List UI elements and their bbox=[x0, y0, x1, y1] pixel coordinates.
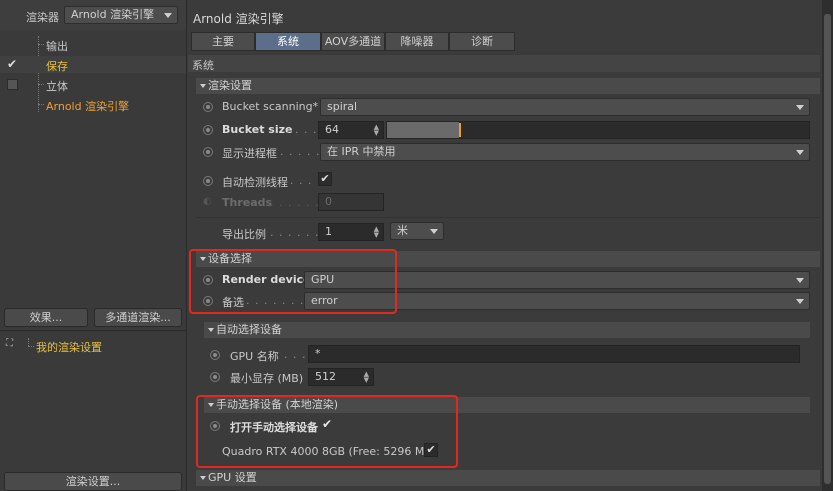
section-title: 渲染设置 bbox=[208, 79, 252, 92]
tree-branch bbox=[38, 44, 44, 45]
export-scale-input[interactable]: 1 ▲ ▼ bbox=[318, 223, 384, 241]
bucket-size-slider[interactable] bbox=[386, 121, 810, 139]
export-scale-label: 导出比例 bbox=[222, 228, 266, 241]
bucket-scanning-label: Bucket scanning* bbox=[222, 100, 319, 113]
section-title: GPU 设置 bbox=[208, 471, 257, 484]
chevron-down-icon bbox=[796, 150, 804, 155]
render-settings-section-header[interactable]: 渲染设置 bbox=[196, 78, 820, 94]
bucket-scanning-value: spiral bbox=[327, 100, 358, 113]
render-setting-item[interactable]: 我的渲染设置 bbox=[36, 339, 102, 355]
tab-aov[interactable]: AOV多通道 bbox=[321, 32, 385, 51]
tree-connector bbox=[38, 36, 39, 112]
animate-radio-icon[interactable] bbox=[210, 372, 220, 382]
divider bbox=[0, 330, 186, 331]
animate-radio-icon[interactable] bbox=[203, 147, 213, 157]
tree-row-save[interactable] bbox=[0, 56, 186, 73]
section-title: 自动选择设备 bbox=[216, 323, 282, 336]
threads-value: 0 bbox=[325, 195, 332, 208]
tab-diagnostics[interactable]: 诊断 bbox=[449, 32, 515, 51]
chevron-down-icon bbox=[430, 229, 438, 234]
stereo-checkbox[interactable] bbox=[7, 79, 18, 90]
system-label: 系统 bbox=[192, 59, 214, 72]
tab-main[interactable]: 主要 bbox=[191, 32, 255, 51]
spinner-arrows-icon[interactable]: ▲ ▼ bbox=[364, 371, 369, 384]
multipass-render-button[interactable]: 多通道渲染... bbox=[94, 308, 182, 327]
tree-branch bbox=[28, 346, 34, 347]
scrollbar-thumb[interactable] bbox=[824, 14, 831, 484]
animate-radio-icon[interactable] bbox=[203, 176, 213, 186]
threads-label: Threads bbox=[222, 196, 273, 209]
slider-handle[interactable] bbox=[459, 123, 461, 137]
auto-threads-checkbox[interactable]: ✔ bbox=[318, 172, 332, 186]
chevron-down-icon bbox=[796, 299, 804, 304]
animate-radio-icon[interactable] bbox=[203, 125, 213, 135]
min-memory-value: 512 bbox=[315, 370, 336, 383]
tree-item-arnold[interactable]: Arnold 渲染引擎 bbox=[46, 98, 129, 114]
progress-display-dropdown[interactable]: 在 IPR 中禁用 bbox=[320, 143, 810, 161]
gpu-settings-section-header[interactable]: GPU 设置 bbox=[196, 470, 820, 486]
highlight-device-selection bbox=[189, 249, 397, 314]
system-header: 系统 bbox=[188, 55, 820, 72]
slider-fill bbox=[387, 122, 459, 138]
highlight-manual-select bbox=[196, 395, 458, 468]
checkmark-icon[interactable]: ✔ bbox=[7, 57, 17, 71]
bucket-size-input[interactable]: 64 ▲ ▼ bbox=[318, 121, 384, 139]
bucket-scanning-dropdown[interactable]: spiral bbox=[320, 98, 810, 116]
tree-connector bbox=[28, 338, 29, 346]
renderer-dropdown[interactable]: Arnold 渲染引擎 bbox=[64, 6, 178, 24]
bucket-size-value: 64 bbox=[325, 123, 339, 136]
animate-radio-icon[interactable] bbox=[210, 350, 220, 360]
tree-item-stereo[interactable]: 立体 bbox=[46, 78, 68, 94]
auto-threads-label: 自动检测线程 bbox=[222, 176, 288, 189]
bucket-size-label: Bucket size bbox=[222, 123, 293, 136]
collapse-triangle-icon bbox=[208, 328, 214, 332]
gpu-name-label: GPU 名称 bbox=[230, 350, 279, 363]
collapse-triangle-icon bbox=[200, 476, 206, 480]
renderer-value: Arnold 渲染引擎 bbox=[71, 8, 155, 21]
threads-input: 0 bbox=[318, 193, 384, 211]
tree-branch bbox=[38, 104, 44, 105]
min-memory-input[interactable]: 512 ▲ ▼ bbox=[308, 368, 374, 386]
tab-denoiser[interactable]: 降噪器 bbox=[385, 32, 449, 51]
collapse-triangle-icon bbox=[200, 84, 206, 88]
unit-dropdown[interactable]: 米 bbox=[390, 222, 444, 240]
label-dots: . . . . bbox=[290, 174, 322, 187]
disabled-radio-icon: ◐ bbox=[203, 196, 212, 207]
animate-radio-icon[interactable] bbox=[203, 102, 213, 112]
spinner-arrows-icon[interactable]: ▲ ▼ bbox=[374, 124, 379, 137]
panel-title: Arnold 渲染引擎 bbox=[193, 12, 284, 26]
gpu-name-input[interactable]: * bbox=[308, 345, 800, 363]
auto-select-section-header[interactable]: 自动选择设备 bbox=[204, 322, 810, 338]
arnold-settings-panel: Arnold 渲染引擎 主要 系统 AOV多通道 降噪器 诊断 系统 渲染设置 … bbox=[188, 0, 833, 491]
tree-item-save[interactable]: 保存 bbox=[46, 58, 68, 74]
unit-value: 米 bbox=[397, 224, 408, 237]
render-settings-button[interactable]: 渲染设置... bbox=[4, 472, 182, 491]
gpu-name-value: * bbox=[315, 347, 321, 360]
render-settings-sidebar: 渲染器 Arnold 渲染引擎 输出 ✔ 保存 立体 Arnold 渲染引擎 效… bbox=[0, 0, 187, 491]
spinner-arrows-icon[interactable]: ▲ ▼ bbox=[374, 226, 379, 239]
tab-system[interactable]: 系统 bbox=[255, 32, 321, 51]
chevron-down-icon bbox=[796, 105, 804, 110]
chevron-down-icon bbox=[796, 278, 804, 283]
export-scale-value: 1 bbox=[325, 225, 332, 238]
min-memory-label: 最小显存 (MB) bbox=[230, 372, 304, 385]
progress-display-label: 显示进程框 bbox=[222, 147, 277, 160]
renderer-selector-bar: 渲染器 Arnold 渲染引擎 bbox=[0, 0, 186, 30]
tree-item-output[interactable]: 输出 bbox=[46, 38, 68, 54]
settings-node-icon: ⛶ bbox=[6, 338, 13, 349]
tree-branch bbox=[38, 84, 44, 85]
chevron-down-icon bbox=[164, 13, 172, 18]
divider bbox=[196, 217, 820, 218]
progress-display-value: 在 IPR 中禁用 bbox=[327, 145, 396, 158]
effects-button[interactable]: 效果... bbox=[4, 308, 88, 327]
renderer-label: 渲染器 bbox=[26, 11, 59, 24]
